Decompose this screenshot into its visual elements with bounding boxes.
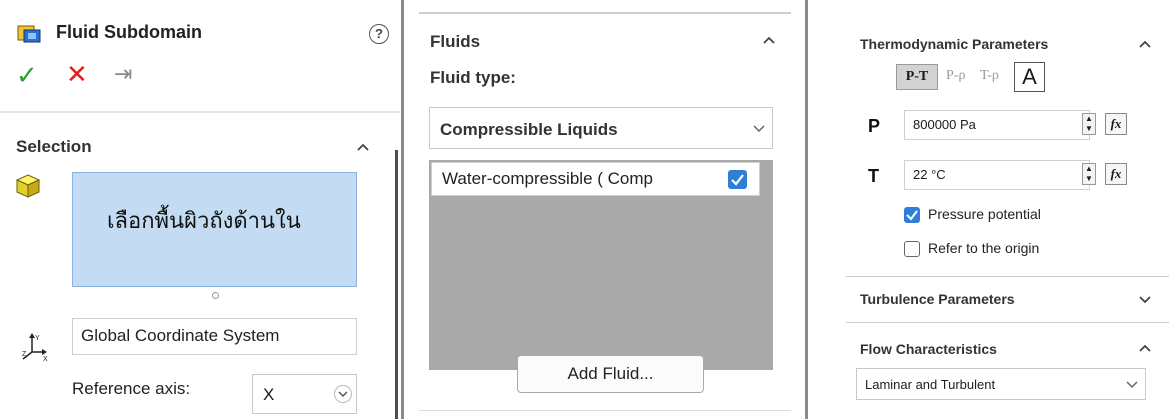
expand-chevron-icon[interactable]: [1138, 292, 1152, 306]
collapse-caret-icon[interactable]: [762, 33, 776, 47]
pushpin-icon[interactable]: ⇥: [114, 61, 132, 87]
fluid-checkbox[interactable]: [728, 170, 747, 189]
panel-divider: [401, 0, 404, 419]
fluid-subdomain-icon: [17, 25, 41, 43]
list-item[interactable]: Water-compressible ( Comp: [431, 162, 760, 196]
checkbox-unchecked[interactable]: [904, 241, 920, 257]
fluid-type-select[interactable]: Compressible Liquids: [429, 107, 773, 149]
pressure-fx-button[interactable]: fx: [1105, 113, 1127, 135]
svg-text:X: X: [43, 356, 48, 362]
reference-axis-select[interactable]: X: [252, 374, 357, 414]
pressure-input[interactable]: 800000 Pa: [904, 110, 1090, 140]
scrollbar[interactable]: [395, 150, 398, 419]
face-cube-icon: [15, 174, 41, 198]
collapse-caret-icon[interactable]: [356, 140, 370, 154]
chevron-down-icon: [334, 385, 352, 403]
temperature-label: T: [868, 166, 879, 186]
collapse-caret-icon[interactable]: [1138, 37, 1152, 51]
temperature-input[interactable]: 22 °C: [904, 160, 1090, 190]
svg-text:Z: Z: [22, 351, 27, 358]
mode-a-button[interactable]: A: [1014, 62, 1045, 92]
thermodynamic-section-title[interactable]: Thermodynamic Parameters: [860, 36, 1048, 52]
collapse-caret-icon[interactable]: [1138, 341, 1152, 355]
ok-check-icon[interactable]: ✓: [16, 60, 38, 90]
reference-axis-label: Reference axis:: [72, 379, 191, 398]
parameters-panel: Thermodynamic Parameters P-T P-ρ T-ρ A P…: [846, 0, 1169, 419]
coordinate-system-field[interactable]: Global Coordinate System: [72, 318, 357, 355]
fluid-name: Water-compressible ( Comp: [442, 169, 653, 188]
panel-divider: [805, 0, 808, 419]
fluid-type-label: Fluid type:: [430, 68, 516, 87]
divider: [419, 12, 791, 14]
mode-p-rho-button[interactable]: P-ρ: [946, 68, 965, 84]
selection-text: เลือกพื้นผิวถังด้านใน: [107, 209, 301, 234]
fluid-subdomain-panel: Fluid Subdomain ? ✓ ✕ ⇥ Selection เลือกพ…: [0, 0, 400, 419]
pressure-potential-label: Pressure potential: [928, 206, 1041, 222]
fluids-panel: Fluids Fluid type: Compressible Liquids …: [419, 0, 791, 419]
fluid-type-value: Compressible Liquids: [440, 120, 618, 139]
selection-box[interactable]: เลือกพื้นผิวถังด้านใน: [72, 172, 357, 287]
fluid-list[interactable]: Water-compressible ( Comp: [429, 160, 773, 370]
mode-pt-button[interactable]: P-T: [896, 64, 938, 90]
resize-handle[interactable]: [212, 292, 219, 299]
pressure-spinner[interactable]: ▲ ▼: [1082, 113, 1096, 135]
checkbox-checked[interactable]: [904, 207, 920, 223]
divider: [0, 111, 400, 113]
temperature-spinner[interactable]: ▲ ▼: [1082, 163, 1096, 185]
refer-origin-label: Refer to the origin: [928, 240, 1040, 256]
svg-text:Y: Y: [35, 335, 40, 342]
turbulence-section-title[interactable]: Turbulence Parameters: [860, 291, 1015, 307]
temperature-fx-button[interactable]: fx: [1105, 163, 1127, 185]
divider: [846, 322, 1169, 323]
parameter-mode-group: P-T P-ρ T-ρ A: [896, 62, 1046, 92]
flow-type-value: Laminar and Turbulent: [865, 377, 996, 392]
pressure-label: P: [868, 116, 881, 136]
mode-t-rho-button[interactable]: T-ρ: [980, 68, 999, 84]
selection-section-title[interactable]: Selection: [16, 137, 92, 157]
reference-axis-value: X: [263, 385, 275, 404]
flow-section-title[interactable]: Flow Characteristics: [860, 341, 997, 357]
help-icon[interactable]: ?: [369, 24, 389, 44]
divider: [419, 410, 791, 411]
coordinate-axes-icon: Y X Z: [22, 333, 48, 362]
fluids-section-title[interactable]: Fluids: [430, 32, 480, 52]
chevron-down-icon: [1126, 381, 1138, 389]
cancel-x-icon[interactable]: ✕: [66, 59, 88, 89]
divider: [846, 276, 1169, 277]
add-fluid-button[interactable]: Add Fluid...: [517, 355, 704, 393]
chevron-down-icon: [753, 125, 765, 133]
panel-title: Fluid Subdomain: [56, 22, 202, 42]
flow-type-select[interactable]: Laminar and Turbulent: [856, 368, 1146, 400]
